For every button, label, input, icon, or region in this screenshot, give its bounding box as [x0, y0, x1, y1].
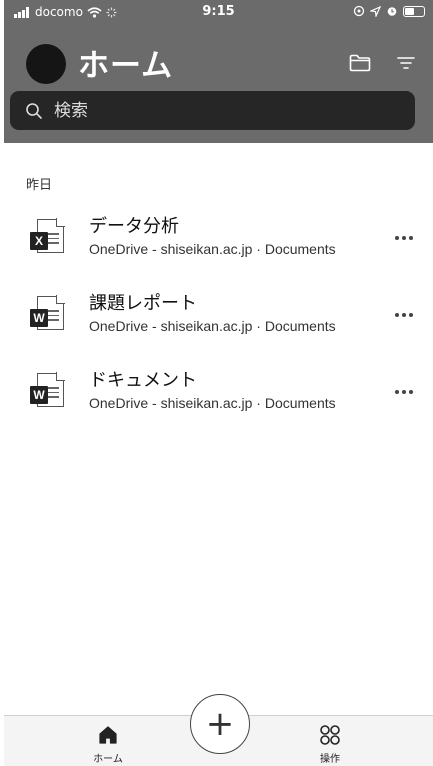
- folder-icon: [349, 54, 371, 72]
- file-list: X データ分析 OneDrive - shiseikan.ac.jp · Doc…: [4, 208, 433, 439]
- more-icon: [395, 236, 413, 240]
- plus-icon: +: [205, 704, 235, 744]
- file-type-badge: W: [30, 309, 48, 327]
- file-type-badge: W: [30, 386, 48, 404]
- search-icon: [24, 101, 44, 121]
- excel-icon: X: [28, 218, 70, 257]
- app-screen: docomo 9:15 ホーム 昨日: [4, 0, 433, 766]
- list-item[interactable]: W ドキュメント OneDrive - shiseikan.ac.jp · Do…: [4, 362, 433, 439]
- file-name: ドキュメント: [89, 370, 197, 391]
- folder-button[interactable]: [343, 46, 377, 80]
- more-icon: [395, 313, 413, 317]
- avatar[interactable]: [26, 44, 66, 84]
- more-button[interactable]: [391, 382, 417, 402]
- file-location: OneDrive - shiseikan.ac.jp · Documents: [89, 318, 336, 334]
- list-item[interactable]: W 課題レポート OneDrive - shiseikan.ac.jp · Do…: [4, 285, 433, 362]
- filter-icon: [397, 57, 415, 69]
- page-title: ホーム: [78, 48, 174, 84]
- alarm-icon: [387, 7, 397, 16]
- file-location: OneDrive - shiseikan.ac.jp · Documents: [89, 395, 336, 411]
- status-right: [353, 5, 425, 17]
- list-item[interactable]: X データ分析 OneDrive - shiseikan.ac.jp · Doc…: [4, 208, 433, 285]
- file-location: OneDrive - shiseikan.ac.jp · Documents: [89, 241, 336, 257]
- tab-label: 操作: [320, 754, 340, 765]
- tab-actions[interactable]: 操作: [300, 723, 360, 765]
- more-button[interactable]: [391, 228, 417, 248]
- create-button[interactable]: +: [190, 694, 250, 754]
- tab-label: ホーム: [93, 754, 123, 765]
- more-icon: [395, 390, 413, 394]
- location-icon: [370, 5, 381, 17]
- filter-button[interactable]: [389, 46, 423, 80]
- word-icon: W: [28, 295, 70, 334]
- search-bar[interactable]: [10, 91, 415, 130]
- status-bar: docomo 9:15: [4, 0, 433, 26]
- orientation-lock-icon: [353, 5, 365, 17]
- file-name: データ分析: [89, 216, 179, 237]
- tab-home[interactable]: ホーム: [78, 723, 138, 765]
- more-button[interactable]: [391, 305, 417, 325]
- header: docomo 9:15 ホーム: [4, 0, 433, 143]
- actions-icon: [320, 725, 340, 745]
- word-icon: W: [28, 372, 70, 411]
- file-type-badge: X: [30, 232, 48, 250]
- home-icon: [99, 726, 117, 744]
- section-label: 昨日: [26, 178, 53, 193]
- battery-icon: [403, 5, 425, 17]
- search-input[interactable]: [52, 99, 356, 122]
- file-name: 課題レポート: [89, 293, 197, 314]
